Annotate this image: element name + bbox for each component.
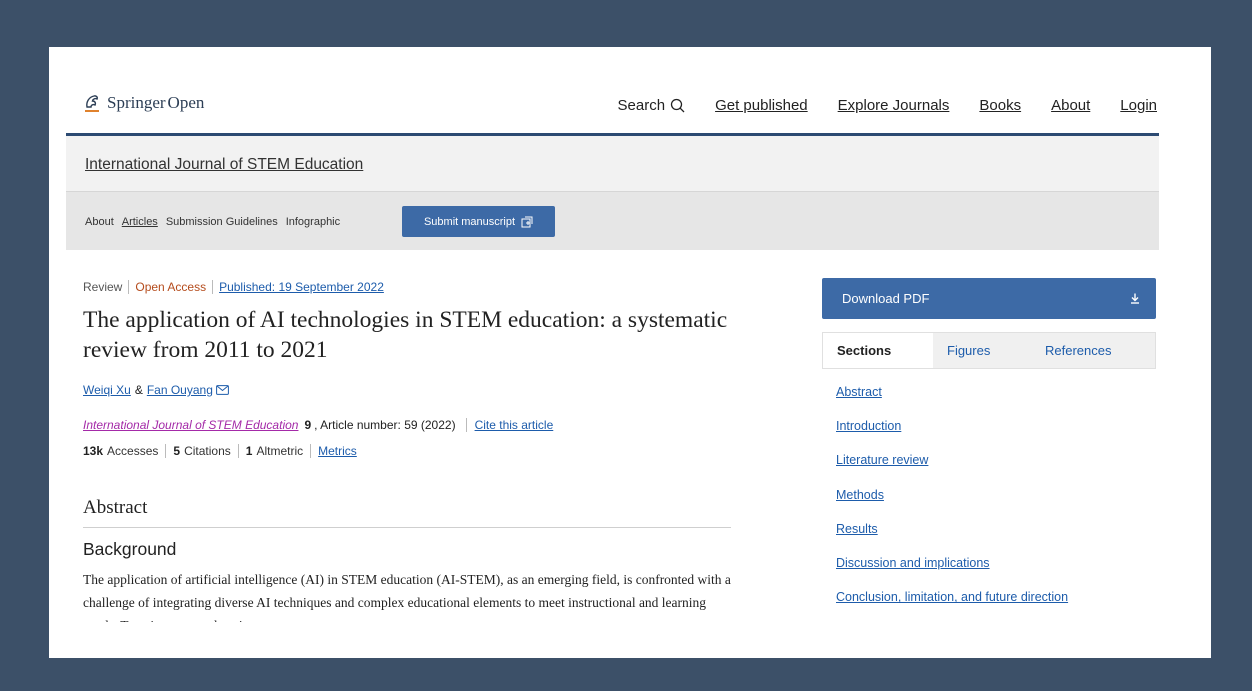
citations-count: 5 (173, 444, 181, 458)
author-list: Weiqi Xu & Fan Ouyang (83, 383, 229, 397)
author-link[interactable]: Weiqi Xu (83, 383, 131, 397)
article-title: The application of AI technologies in ST… (83, 307, 728, 363)
list-item: Introduction (836, 419, 1068, 453)
nav-explore-journals[interactable]: Explore Journals (838, 97, 950, 114)
tab-sections[interactable]: Sections (823, 333, 933, 368)
altmetric-count: 1 (245, 444, 253, 458)
divider (212, 280, 214, 294)
subnav-submission-guidelines[interactable]: Submission Guidelines (166, 216, 278, 228)
tab-references[interactable]: References (1031, 333, 1155, 368)
journal-subnav: About Articles Submission Guidelines Inf… (66, 192, 1159, 250)
accesses-count: 13k (83, 444, 104, 458)
subnav-about[interactable]: About (85, 216, 114, 228)
list-item: Literature review (836, 453, 1068, 487)
list-item: Methods (836, 488, 1068, 522)
nav-get-published[interactable]: Get published (715, 97, 808, 114)
journal-bar: International Journal of STEM Education (66, 136, 1159, 192)
section-list: Abstract Introduction Literature review … (836, 385, 1068, 622)
download-pdf-button[interactable]: Download PDF (822, 278, 1156, 319)
download-pdf-label: Download PDF (842, 291, 930, 306)
nav-login[interactable]: Login (1120, 97, 1157, 114)
abstract-paragraph: The application of artificial intelligen… (83, 572, 731, 622)
divider (128, 280, 130, 294)
journal-citation-link[interactable]: International Journal of STEM Education (83, 418, 298, 432)
nav-about[interactable]: About (1051, 97, 1090, 114)
article-meta: Review Open Access Published: 19 Septemb… (83, 280, 384, 294)
article-number: , Article number: 59 (2022) (314, 418, 456, 432)
browser-card: Springer Open Search Get published Explo… (49, 47, 1211, 658)
list-item: Discussion and implications (836, 556, 1068, 590)
list-item: Conclusion, limitation, and future direc… (836, 590, 1068, 622)
divider (465, 418, 467, 432)
background-heading: Background (83, 539, 177, 559)
submit-manuscript-button[interactable]: Submit manuscript (402, 206, 555, 237)
email-icon[interactable] (215, 385, 229, 395)
accesses-label: Accesses (107, 444, 159, 458)
list-item: Abstract (836, 385, 1068, 419)
section-link-methods[interactable]: Methods (836, 488, 884, 502)
tab-figures[interactable]: Figures (933, 333, 1031, 368)
submit-manuscript-label: Submit manuscript (423, 215, 516, 228)
section-link-results[interactable]: Results (836, 522, 878, 536)
citation-line: International Journal of STEM Education … (83, 418, 553, 432)
springer-open-logo[interactable]: Springer Open (83, 93, 204, 113)
subnav-articles[interactable]: Articles (122, 216, 158, 228)
published-date-link[interactable]: Published: 19 September 2022 (219, 280, 384, 294)
journal-title-link[interactable]: International Journal of STEM Education (85, 156, 363, 174)
nav-books[interactable]: Books (979, 97, 1021, 114)
external-link-icon (521, 216, 533, 227)
divider (237, 444, 239, 458)
sidebar-tabs: Sections Figures References (822, 332, 1156, 369)
article-type: Review (83, 280, 123, 294)
citations-label: Citations (184, 444, 231, 458)
subnav-infographic[interactable]: Infographic (286, 216, 340, 228)
abstract-heading: Abstract (83, 497, 731, 528)
article-metrics: 13k Accesses 5 Citations 1 Altmetric Met… (83, 444, 357, 458)
metrics-link[interactable]: Metrics (318, 444, 357, 458)
section-link-discussion[interactable]: Discussion and implications (836, 556, 990, 570)
search-label: Search (617, 97, 666, 114)
author-link[interactable]: Fan Ouyang (147, 383, 213, 397)
page-content: Springer Open Search Get published Explo… (66, 47, 1159, 622)
author-separator: & (134, 383, 143, 397)
search-icon (670, 98, 685, 113)
volume: 9 (304, 418, 312, 432)
section-link-literature-review[interactable]: Literature review (836, 453, 928, 467)
brand-suffix: Open (167, 93, 205, 112)
cite-this-article-link[interactable]: Cite this article (475, 418, 554, 432)
divider (310, 444, 312, 458)
open-access-badge: Open Access (135, 280, 207, 294)
download-icon (1131, 293, 1139, 304)
top-navigation: Springer Open Search Get published Explo… (66, 47, 1159, 136)
journal-subnav-items: About Articles Submission Guidelines Inf… (85, 216, 348, 228)
altmetric-label: Altmetric (256, 444, 304, 458)
brand-name: Springer (107, 93, 166, 112)
section-link-introduction[interactable]: Introduction (836, 419, 901, 433)
primary-nav: Search Get published Explore Journals Bo… (618, 97, 1157, 114)
divider (165, 444, 167, 458)
search-button[interactable]: Search (618, 97, 686, 114)
section-link-conclusion[interactable]: Conclusion, limitation, and future direc… (836, 590, 1068, 604)
section-link-abstract[interactable]: Abstract (836, 385, 882, 399)
list-item: Results (836, 522, 1068, 556)
springer-horse-icon (85, 95, 99, 112)
